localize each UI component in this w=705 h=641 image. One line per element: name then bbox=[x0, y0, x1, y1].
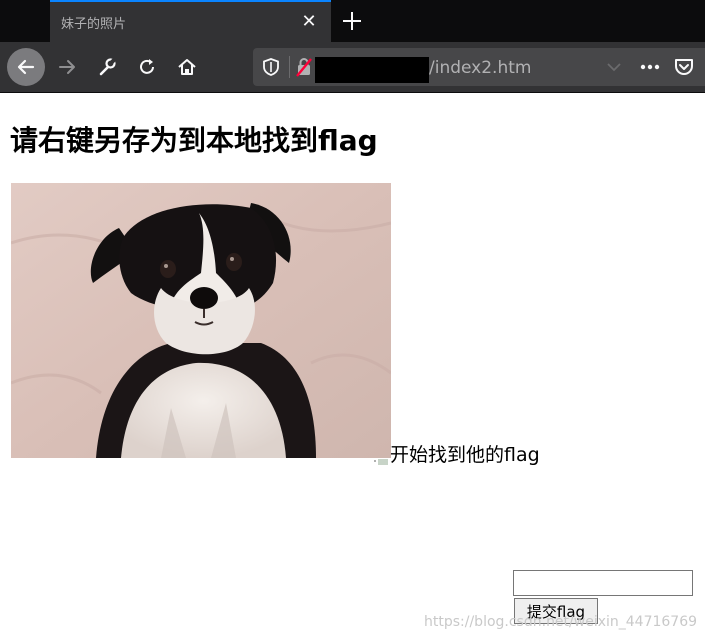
chevron-down-icon[interactable] bbox=[603, 56, 625, 78]
new-tab-icon[interactable] bbox=[338, 7, 366, 35]
broken-image-icon bbox=[373, 451, 389, 465]
reload-icon[interactable] bbox=[130, 50, 164, 84]
url-separator bbox=[289, 56, 290, 78]
tab-bar: 妹子的照片 ✕ bbox=[0, 0, 705, 42]
more-icon[interactable] bbox=[639, 56, 661, 78]
active-tab[interactable]: 妹子的照片 ✕ bbox=[50, 0, 331, 42]
home-icon[interactable] bbox=[170, 50, 204, 84]
tab-strip-left bbox=[0, 0, 50, 42]
nav-toolbar: /index2.htm bbox=[0, 42, 705, 92]
watermark: https://blog.csdn.net/weixin_44716769 bbox=[424, 614, 698, 630]
wrench-icon[interactable] bbox=[90, 50, 124, 84]
forward-icon[interactable] bbox=[50, 50, 84, 84]
find-flag-text: 开始找到他的flag bbox=[390, 444, 540, 466]
url-redacted-host bbox=[315, 57, 429, 83]
tab-title: 妹子的照片 bbox=[61, 17, 127, 32]
page-heading: 请右键另存为到本地找到flag bbox=[10, 124, 378, 157]
tab-close-icon[interactable]: ✕ bbox=[299, 10, 319, 34]
puppy-photo[interactable] bbox=[10, 183, 392, 458]
pocket-icon[interactable] bbox=[673, 56, 695, 78]
url-bar[interactable]: /index2.htm bbox=[253, 48, 705, 86]
flag-input[interactable] bbox=[513, 570, 693, 596]
url-text[interactable]: /index2.htm bbox=[429, 58, 531, 78]
back-icon[interactable] bbox=[7, 48, 45, 86]
shield-icon[interactable] bbox=[260, 56, 282, 78]
content-divider bbox=[0, 92, 705, 93]
insecure-lock-icon[interactable] bbox=[293, 56, 315, 78]
